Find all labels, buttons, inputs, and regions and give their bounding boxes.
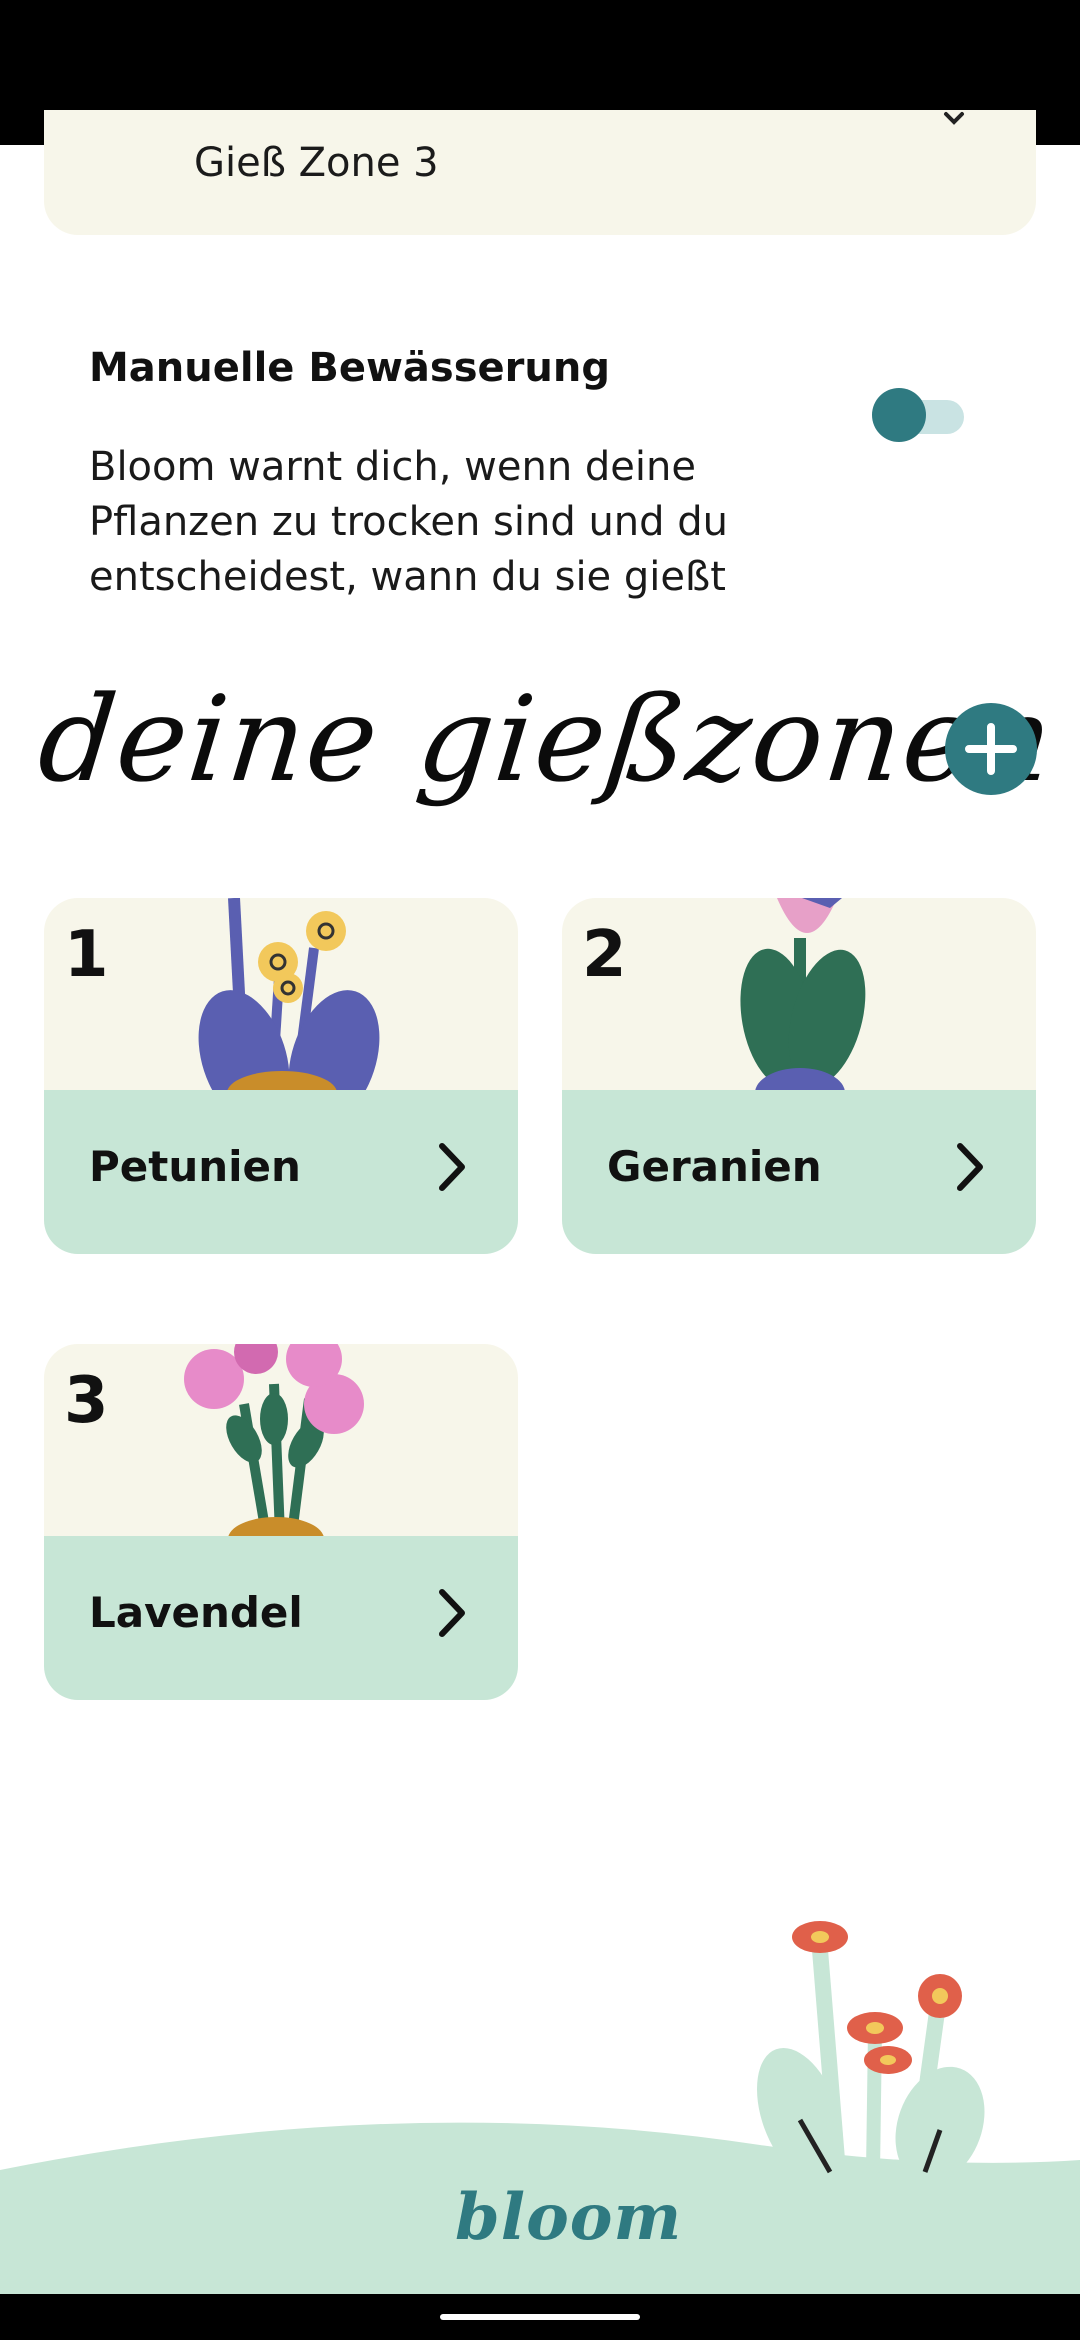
add-zone-button[interactable] <box>945 703 1037 795</box>
zone-card-3[interactable]: 3 Lavendel <box>44 1344 518 1700</box>
zone-name: Geranien <box>607 1142 822 1191</box>
zone-card-footer: Petunien <box>44 1090 518 1254</box>
zones-section-title: deine gießzonen <box>32 670 1061 808</box>
bloom-logo: bloom <box>455 2180 683 2255</box>
chevron-down-icon <box>944 112 964 125</box>
zone-selector-card[interactable]: Gieß Zone 3 <box>44 110 1036 235</box>
gesture-bar <box>0 2294 1080 2340</box>
zone-image <box>44 898 518 1126</box>
plus-icon <box>965 723 1017 775</box>
geranium-illustration <box>740 898 866 1118</box>
petunia-illustration <box>198 898 380 1126</box>
manual-watering-toggle[interactable] <box>872 388 964 442</box>
chevron-right-icon <box>439 1589 465 1637</box>
zone-image <box>562 898 1036 1118</box>
manual-watering-description: Bloom warnt dich, wenn deine Pflanzen zu… <box>89 444 729 600</box>
zone-image <box>44 1344 518 1561</box>
chevron-right-icon <box>439 1143 465 1191</box>
zone-card-1[interactable]: 1 Petunien <box>44 898 518 1254</box>
home-indicator[interactable] <box>440 2314 640 2320</box>
chevron-right-icon <box>957 1143 983 1191</box>
zone-card-footer: Geranien <box>562 1090 1036 1254</box>
zone-number: 2 <box>582 918 627 992</box>
zone-name: Lavendel <box>89 1588 303 1637</box>
zone-selector-label: Gieß Zone 3 <box>194 140 439 186</box>
zone-number: 3 <box>64 1364 109 1438</box>
toggle-knob <box>872 388 926 442</box>
zone-name: Petunien <box>89 1142 301 1191</box>
poppy-illustration <box>757 1921 985 2180</box>
lavender-illustration <box>184 1344 364 1561</box>
zone-number: 1 <box>64 918 109 992</box>
zone-card-footer: Lavendel <box>44 1536 518 1700</box>
manual-watering-title: Manuelle Bewässerung <box>89 345 610 391</box>
zone-card-2[interactable]: 2 Geranien <box>562 898 1036 1254</box>
